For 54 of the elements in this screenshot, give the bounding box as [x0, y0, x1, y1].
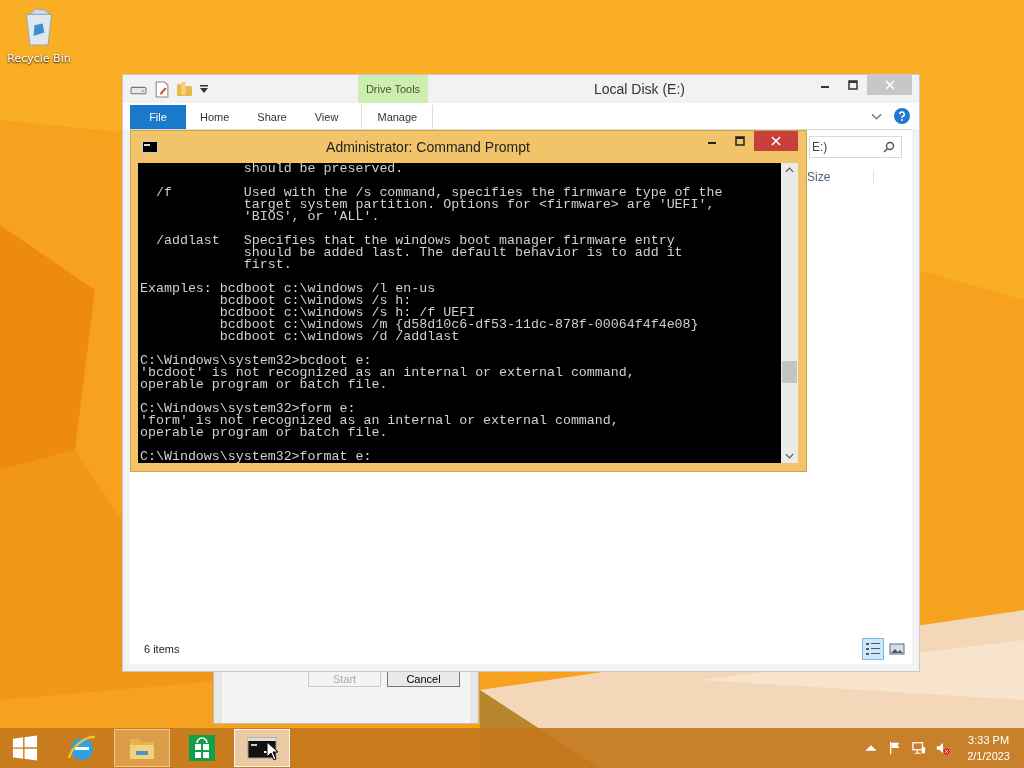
console-line: bcdboot c:\windows /s h: [218, 295, 413, 307]
network-icon[interactable] [912, 741, 927, 755]
window-title: Administrator: Command Prompt [325, 139, 531, 155]
console-line: /addlast Specifies that the windows boot manager firmware entry [154, 235, 675, 247]
console-line: bcdboot c:\windows /s h: /f UEFI [218, 307, 476, 319]
console-line: first. [242, 259, 293, 271]
close-button[interactable] [754, 131, 798, 151]
close-icon [771, 136, 781, 146]
properties-icon[interactable] [153, 80, 170, 98]
search-icon [883, 141, 895, 153]
console-line: C:\Windows\system32>format e: [140, 451, 373, 463]
console-line: 'BIOS', or 'ALL'. [242, 211, 380, 223]
scrollbar-thumb[interactable] [782, 361, 797, 383]
ribbon-tab[interactable]: View [300, 105, 353, 129]
search-field[interactable]: E:) [809, 136, 902, 158]
console-line: should be added last. The default behavior is to add it [242, 247, 684, 259]
scroll-up-icon[interactable] [785, 167, 794, 173]
console-line: Examples: bcdboot c:\windows /l en-us [140, 283, 437, 295]
dropdown-icon[interactable] [199, 84, 209, 94]
start-button[interactable] [12, 735, 38, 761]
ribbon-tab[interactable]: Home [186, 105, 244, 129]
taskbar-explorer-button[interactable] [114, 729, 170, 767]
console-line: C:\Windows\system32>bcdoot e: [140, 355, 373, 367]
close-icon [884, 80, 895, 90]
scroll-down-icon[interactable] [785, 453, 794, 459]
ribbon-tab[interactable]: File [130, 105, 186, 129]
chevron-icon[interactable] [871, 113, 882, 121]
console-line: operable program or batch file. [140, 379, 389, 391]
scrollbar[interactable] [781, 163, 798, 463]
console-icon [142, 141, 158, 153]
console-line: 'form' is not recognized as an internal or external command, [140, 415, 620, 427]
console-line: bcdboot c:\windows /d /addlast [218, 331, 460, 343]
ribbon-tab[interactable]: Share [243, 105, 301, 129]
taskbar-cmd-button[interactable] [234, 729, 290, 767]
details-list-icon [865, 642, 881, 656]
maximize-icon[interactable] [735, 136, 745, 146]
image-icon [889, 642, 905, 656]
details-view-button[interactable] [862, 638, 884, 660]
console-line: C:\Windows\system32>form e: [140, 403, 357, 415]
muted-speaker-icon[interactable] [936, 741, 951, 755]
console-line: target system partition. Options for <firmware> are 'UEFI', [242, 199, 716, 211]
console-line: operable program or batch file. [140, 427, 389, 439]
ribbon-tab[interactable]: Manage [361, 105, 434, 129]
help-icon[interactable] [894, 108, 910, 124]
console-line: 'bcdoot' is not recognized as an internal or external command, [140, 367, 636, 379]
status-text: 6 items [144, 643, 181, 655]
shopping-bag-icon [186, 732, 218, 764]
maximize-icon[interactable] [848, 80, 858, 90]
contextual-tab-header: Drive Tools [358, 75, 428, 103]
console-line: should be preserved. [242, 163, 405, 175]
console-line: bcdboot c:\windows /m {d58d10c6-df53-11dc-878f-00064f4f4e08} [218, 319, 700, 331]
console-line: /f Used with the /s command, specifies the firmware type of the [154, 187, 724, 199]
pointer-icon [266, 741, 278, 761]
window-title: Local Disk (E:) [593, 81, 686, 97]
